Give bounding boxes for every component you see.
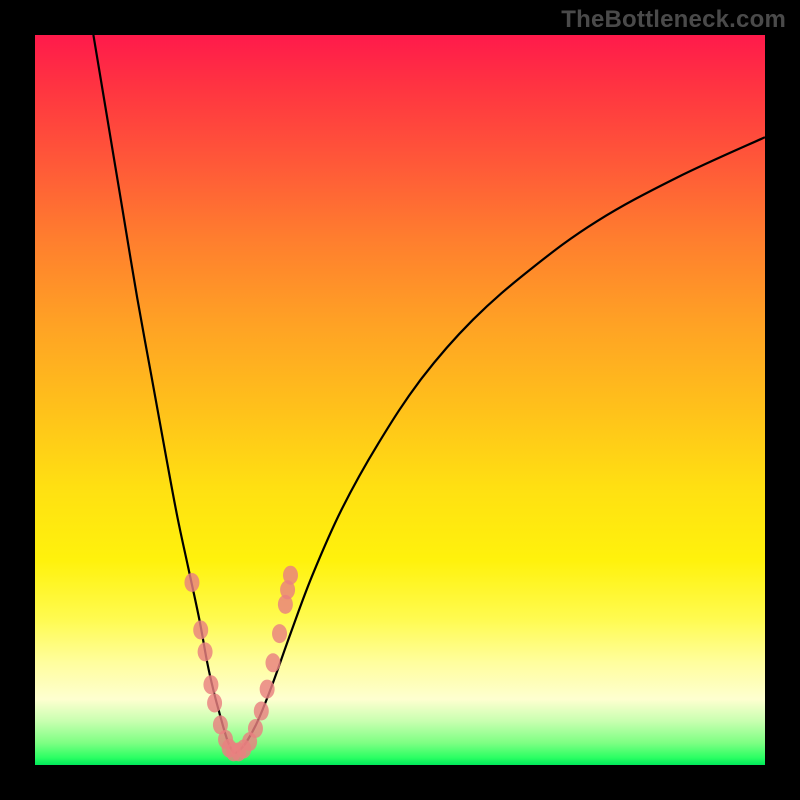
chart-frame: TheBottleneck.com <box>0 0 800 800</box>
plot-area <box>35 35 765 765</box>
watermark-text: TheBottleneck.com <box>561 6 786 34</box>
curve-right <box>234 137 765 753</box>
highlight-dot <box>283 566 298 585</box>
highlight-dot <box>272 624 287 643</box>
highlight-dot <box>198 642 213 661</box>
highlight-dot <box>193 620 208 639</box>
highlight-dot <box>260 680 275 699</box>
curve-right-path <box>234 137 765 753</box>
highlight-dot <box>265 653 280 672</box>
highlight-dot <box>254 701 269 720</box>
curve-left <box>93 35 234 753</box>
curve-svg <box>35 35 765 765</box>
highlight-dot <box>207 693 222 712</box>
highlight-dot <box>248 719 263 738</box>
highlight-dot <box>184 573 199 592</box>
curve-left-path <box>93 35 234 753</box>
highlight-dot <box>203 675 218 694</box>
